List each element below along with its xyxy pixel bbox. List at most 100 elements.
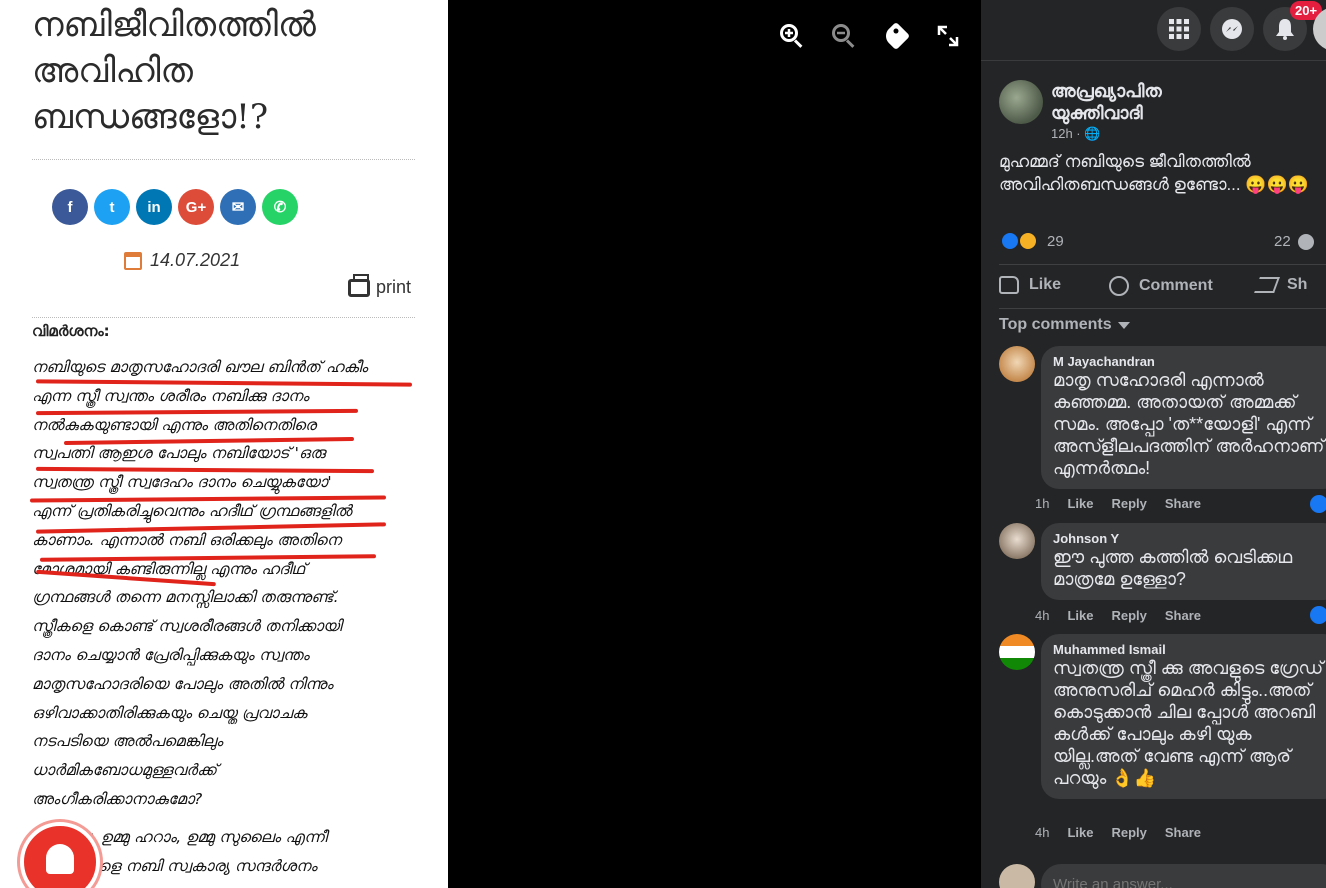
comment-meta: 4h Like Reply Share bbox=[1035, 608, 1201, 623]
critique-label: വിമർശനം: bbox=[32, 322, 110, 340]
like-label: Like bbox=[1029, 276, 1062, 293]
post-time: 12h · 🌐 bbox=[1051, 126, 1100, 142]
messenger-icon[interactable] bbox=[1210, 7, 1254, 51]
comment-bubble-icon bbox=[1298, 234, 1314, 250]
comment-text: സ്വതന്ത്ര സ്ത്രീ ക്കു അവളുടെ ഗ്രേഡ് അനുസ… bbox=[1053, 658, 1324, 788]
comment-button[interactable]: Comment bbox=[1109, 276, 1213, 296]
comment-bubble: Johnson Y ഈ പുത്ത കത്തിൽ വെടിക്കഥ മാത്രമ… bbox=[1041, 523, 1326, 600]
comment-bubble: Muhammed Ismail സ്വതന്ത്ര സ്ത്രീ ക്കു അവ… bbox=[1041, 634, 1326, 799]
share-buttons: f t in G+ ✉ ✆ bbox=[52, 189, 298, 225]
comment-share-link[interactable]: Share bbox=[1165, 825, 1201, 840]
body-line: ധാർമികബോധമുള്ളവർക്ക് bbox=[32, 761, 217, 780]
body-line: നടപടിയെ അൽപമെങ്കിലും bbox=[32, 732, 223, 751]
fullscreen-icon[interactable] bbox=[934, 22, 962, 50]
comment-like-reaction-icon[interactable] bbox=[1310, 495, 1326, 513]
comment-count[interactable]: 22 bbox=[1274, 233, 1291, 250]
divider bbox=[32, 159, 415, 160]
comment-like-link[interactable]: Like bbox=[1067, 608, 1093, 623]
comment-time[interactable]: 4h bbox=[1035, 825, 1049, 840]
twitter-icon: t bbox=[94, 189, 130, 225]
article-date: 14.07.2021 bbox=[124, 250, 240, 271]
body-line: സ്ത്രീകളെ കൊണ്ട് സ്വശരീരങ്ങൾ തനിക്കായി bbox=[32, 617, 342, 636]
post-time-text[interactable]: 12h · bbox=[1051, 126, 1084, 141]
globe-icon: 🌐 bbox=[1084, 126, 1101, 141]
comment-time[interactable]: 1h bbox=[1035, 496, 1049, 511]
commenter-avatar[interactable] bbox=[999, 523, 1035, 559]
comment-meta: 4h Like Reply Share bbox=[1035, 825, 1201, 840]
comment-reply-link[interactable]: Reply bbox=[1111, 608, 1146, 623]
thumbs-up-icon bbox=[999, 276, 1019, 294]
body-line: ഒഴിവാക്കാതിരിക്കുകയും ചെയ്ത പ്രവാചക bbox=[32, 703, 307, 722]
comment-icon bbox=[1109, 276, 1129, 296]
comment-time[interactable]: 4h bbox=[1035, 608, 1049, 623]
comment-like-link[interactable]: Like bbox=[1067, 496, 1093, 511]
reaction-count[interactable]: 29 bbox=[1047, 233, 1064, 250]
article-photo: നബിജീവിതത്തിൽ അവിഹിത ബന്ധങ്ങളോ!? f t in … bbox=[0, 0, 448, 888]
post-actions: Like Comment Sh bbox=[999, 272, 1326, 302]
article-date-text: 14.07.2021 bbox=[150, 250, 241, 270]
share-button[interactable]: Sh bbox=[1254, 276, 1308, 294]
zoom-out-icon[interactable] bbox=[830, 22, 858, 50]
zoom-in-icon[interactable] bbox=[778, 22, 806, 50]
google-plus-icon: G+ bbox=[178, 189, 214, 225]
user-avatar[interactable] bbox=[999, 864, 1035, 888]
commenter-avatar[interactable] bbox=[999, 346, 1035, 382]
print-label: print bbox=[376, 277, 412, 297]
page-name[interactable]: അപ്രഖ്യാപിത യുക്തിവാദി bbox=[1051, 80, 1251, 124]
divider bbox=[32, 317, 415, 318]
divider bbox=[999, 264, 1326, 265]
top-comments-label: Top comments bbox=[999, 316, 1112, 333]
print-link: print bbox=[348, 273, 412, 298]
post-text: മുഹമ്മദ് നബിയുടെ ജീവിതത്തിൽ അവിഹിതബന്ധങ്… bbox=[999, 152, 1309, 194]
commenter-name[interactable]: Johnson Y bbox=[1053, 531, 1326, 546]
article-title-line-1: നബിജീവിതത്തിൽ bbox=[32, 5, 316, 45]
article-title: നബിജീവിതത്തിൽ അവിഹിത ബന്ധങ്ങളോ!? bbox=[32, 2, 432, 140]
haha-reaction-icon[interactable] bbox=[1019, 232, 1037, 250]
answer-box bbox=[999, 864, 1326, 888]
linkedin-icon: in bbox=[136, 189, 172, 225]
comment-bubble: M Jayachandran മാതൃ സഹോദരി എന്നാൽ കഞ്ഞമ്… bbox=[1041, 346, 1326, 489]
email-icon: ✉ bbox=[220, 189, 256, 225]
comment-text: മാതൃ സഹോദരി എന്നാൽ കഞ്ഞമ്മ. അതായത് അമ്മക… bbox=[1053, 370, 1325, 478]
comment-reply-link[interactable]: Reply bbox=[1111, 825, 1146, 840]
commenter-name[interactable]: Muhammed Ismail bbox=[1053, 642, 1326, 657]
comment-text: ഈ പുത്ത കത്തിൽ വെടിക്കഥ മാത്രമേ ഉള്ളോ? bbox=[1053, 547, 1293, 589]
share-icon bbox=[1254, 277, 1280, 293]
body-line: ഗ്രന്ഥങ്ങൾ തന്നെ മനസ്സിലാക്കി തരുന്നുണ്ട… bbox=[32, 588, 339, 607]
tag-icon[interactable] bbox=[881, 21, 911, 51]
photo-viewer bbox=[448, 0, 981, 888]
like-button[interactable]: Like bbox=[999, 276, 1061, 294]
comment-like-reaction-icon[interactable] bbox=[1310, 606, 1326, 624]
body-line: അംഗീകരിക്കാനാകുമോ? bbox=[32, 789, 203, 808]
commenter-name[interactable]: M Jayachandran bbox=[1053, 354, 1326, 369]
like-reaction-icon[interactable] bbox=[1001, 232, 1019, 250]
commenter-avatar[interactable] bbox=[999, 634, 1035, 670]
article-title-line-3: ബന്ധങ്ങളോ!? bbox=[32, 97, 269, 137]
answer-input[interactable] bbox=[1041, 864, 1326, 888]
printer-icon bbox=[348, 273, 370, 297]
comment-like-link[interactable]: Like bbox=[1067, 825, 1093, 840]
reactions-row: 29 22 bbox=[999, 230, 1326, 252]
whatsapp-icon: ✆ bbox=[262, 189, 298, 225]
article-title-line-2: അവിഹിത bbox=[32, 51, 193, 91]
divider bbox=[999, 308, 1326, 309]
top-bar: 20+ bbox=[981, 0, 1326, 61]
bell-icon bbox=[46, 844, 74, 874]
top-comments-dropdown[interactable]: Top comments bbox=[999, 316, 1130, 334]
article-body: നബിയുടെ മാതൃസഹോദരി ഖൗല ബിൻത് ഹകീം എന്ന സ… bbox=[32, 358, 422, 819]
menu-grid-icon[interactable] bbox=[1157, 7, 1201, 51]
caret-down-icon bbox=[1117, 321, 1130, 329]
body-line: ികളെ നബി സ്വകാര്യ സന്ദർശനം bbox=[68, 857, 318, 875]
comment-label: Comment bbox=[1139, 277, 1213, 294]
body-line: മാതൃസഹോദരിയെ പോലും അതിൽ നിന്നും bbox=[32, 674, 333, 693]
facebook-panel: 20+ അപ്രഖ്യാപിത യുക്തിവാദി 12h · 🌐 മുഹമ്… bbox=[981, 0, 1326, 888]
comment-reply-link[interactable]: Reply bbox=[1111, 496, 1146, 511]
comment-share-link[interactable]: Share bbox=[1165, 608, 1201, 623]
facebook-icon: f bbox=[52, 189, 88, 225]
comment-meta: 1h Like Reply Share bbox=[1035, 496, 1201, 511]
share-label: Sh bbox=[1287, 276, 1308, 293]
body-line: ദാനം ചെയ്യാൻ പ്രേരിപ്പിക്കുകയും സ്വന്തം bbox=[32, 645, 310, 664]
page-avatar[interactable] bbox=[999, 80, 1043, 124]
comment-share-link[interactable]: Share bbox=[1165, 496, 1201, 511]
calendar-icon bbox=[124, 251, 142, 270]
